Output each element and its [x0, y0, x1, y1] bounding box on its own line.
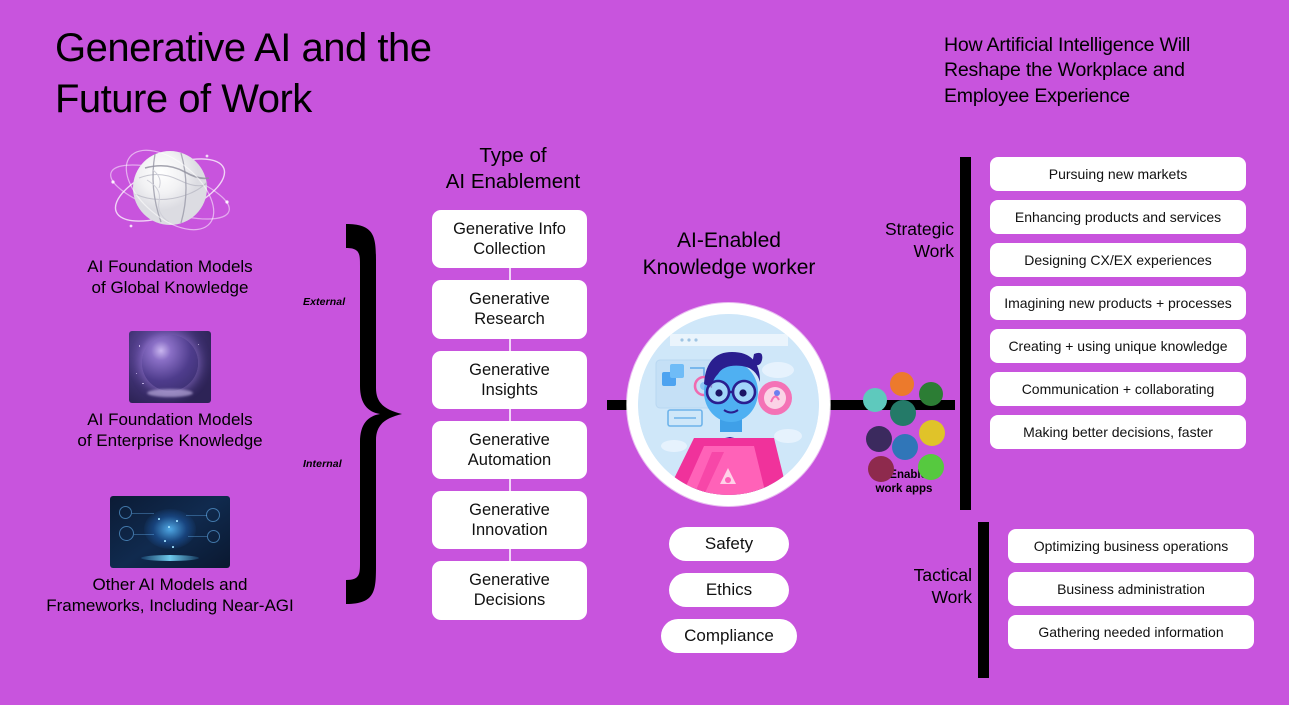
enablement-card[interactable]: Generative Decisions	[432, 561, 587, 620]
tactical-work-item[interactable]: Gathering needed information	[1008, 615, 1254, 649]
enablement-heading-line2: AI Enablement	[445, 169, 581, 193]
sphere-base	[147, 389, 193, 397]
card-line1: Generative	[469, 571, 550, 590]
caption-line1: AI Foundation Models	[87, 410, 253, 429]
card-line1: Generative Info	[453, 220, 566, 238]
page-title-line1: Generative AI and the	[55, 26, 432, 70]
page-subtitle: How Artificial Intelligence Will Reshape…	[944, 33, 1256, 109]
page-subtitle-line3: Employee Experience	[944, 84, 1130, 107]
card-line2: Decisions	[473, 591, 546, 610]
brain-base	[141, 555, 199, 561]
card-line1: Generative	[469, 430, 550, 449]
tactical-work-label: Tactical Work	[874, 565, 972, 608]
work-app-dot	[863, 388, 887, 412]
work-app-dot	[890, 400, 916, 426]
sphere-body	[142, 334, 198, 391]
strategic-work-list: Pursuing new markets Enhancing products …	[990, 157, 1246, 458]
foundation-caption-enterprise: AI Foundation Models of Enterprise Knowl…	[10, 409, 330, 452]
brace-label-internal: Internal	[303, 458, 342, 470]
enablement-card[interactable]: Generative Info Collection	[432, 210, 587, 269]
work-app-dot	[918, 454, 944, 480]
foundation-caption-global: AI Foundation Models of Global Knowledge	[10, 256, 330, 299]
data-sphere-icon	[129, 331, 211, 403]
foundation-caption-other: Other AI Models and Frameworks, Includin…	[10, 574, 330, 617]
illustration-inner	[638, 314, 819, 495]
enablement-card[interactable]: Generative Research	[432, 280, 587, 339]
page-title: Generative AI and the Future of Work	[55, 23, 575, 125]
foundation-item-global: AI Foundation Models of Global Knowledge	[10, 140, 330, 299]
tactical-work-item[interactable]: Optimizing business operations	[1008, 529, 1254, 563]
card-line2: Collection	[473, 240, 546, 259]
strategic-work-item[interactable]: Enhancing products and services	[990, 200, 1246, 234]
strategic-work-item[interactable]: Creating + using unique knowledge	[990, 329, 1246, 363]
page-subtitle-line2: Reshape the Workplace and	[944, 59, 1185, 82]
work-app-dot	[866, 426, 892, 452]
card-line1: Generative	[469, 501, 550, 519]
enablement-heading: Type of AI Enablement	[408, 143, 618, 194]
vertical-axis-bar-tactical	[978, 522, 989, 678]
card-line1: Generative	[469, 360, 550, 379]
strategic-work-item[interactable]: Pursuing new markets	[990, 157, 1246, 191]
governance-pill-list: Safety Ethics Compliance	[661, 527, 797, 665]
enablement-heading-line1: Type of	[479, 144, 547, 167]
enablement-card[interactable]: Generative Automation	[432, 420, 587, 479]
globe-network-icon	[95, 140, 245, 250]
center-heading: AI-Enabled Knowledge worker	[598, 228, 860, 281]
foundation-item-enterprise: AI Foundation Models of Enterprise Knowl…	[10, 331, 330, 452]
caption-line2: Frameworks, Including Near-AGI	[46, 596, 294, 616]
work-app-dot	[919, 382, 943, 406]
brace-label-external: External	[303, 296, 346, 308]
caption-line2: of Global Knowledge	[91, 278, 249, 298]
caption-line1: Other AI Models and	[92, 575, 248, 594]
enablement-card[interactable]: Generative Innovation	[432, 491, 587, 550]
tactical-label-line2: Work	[931, 586, 972, 607]
page-subtitle-line1: How Artificial Intelligence Will	[944, 34, 1191, 56]
enablement-card[interactable]: Generative Insights	[432, 350, 587, 409]
card-line1: Generative	[469, 290, 550, 309]
tactical-label-line1: Tactical	[913, 565, 972, 585]
work-app-dot	[868, 456, 894, 482]
work-app-dot	[892, 434, 918, 460]
strategic-label-line2: Work	[913, 240, 954, 261]
card-line2: Automation	[467, 450, 552, 469]
work-app-dot	[890, 372, 914, 396]
strategic-work-label: Strategic Work	[856, 219, 954, 262]
strategic-work-item[interactable]: Communication + collaborating	[990, 372, 1246, 406]
center-heading-line2: Knowledge worker	[642, 255, 816, 279]
grouping-brace	[330, 218, 420, 610]
tactical-work-list: Optimizing business operations Business …	[1008, 529, 1254, 658]
governance-pill-safety[interactable]: Safety	[669, 527, 789, 561]
center-heading-line1: AI-Enabled	[677, 229, 781, 252]
caption-line1: AI Foundation Models	[87, 257, 253, 276]
strategic-work-item[interactable]: Making better decisions, faster	[990, 415, 1246, 449]
card-line2: Innovation	[471, 521, 548, 540]
strategic-work-item[interactable]: Imagining new products + processes	[990, 286, 1246, 320]
governance-pill-ethics[interactable]: Ethics	[669, 573, 789, 607]
strategic-label-line1: Strategic	[884, 219, 954, 239]
governance-pill-compliance[interactable]: Compliance	[661, 619, 797, 653]
work-app-dot	[919, 420, 945, 446]
vertical-axis-bar-strategic	[960, 157, 971, 510]
strategic-work-item[interactable]: Designing CX/EX experiences	[990, 243, 1246, 277]
page-title-line2: Future of Work	[55, 76, 312, 121]
tactical-work-item[interactable]: Business administration	[1008, 572, 1254, 606]
caption-line2: of Enterprise Knowledge	[77, 431, 263, 451]
digital-brain-icon	[110, 496, 230, 568]
card-line2: Insights	[481, 380, 538, 399]
enablement-card-list: Generative Info Collection Generative Re…	[432, 210, 587, 632]
card-line2: Research	[474, 310, 545, 329]
infographic-canvas: Generative AI and the Future of Work How…	[0, 0, 1289, 705]
foundation-item-other: Other AI Models and Frameworks, Includin…	[10, 496, 330, 617]
work-apps-dot-cluster	[862, 370, 945, 490]
knowledge-worker-svg	[638, 314, 819, 495]
knowledge-worker-illustration	[627, 303, 830, 506]
